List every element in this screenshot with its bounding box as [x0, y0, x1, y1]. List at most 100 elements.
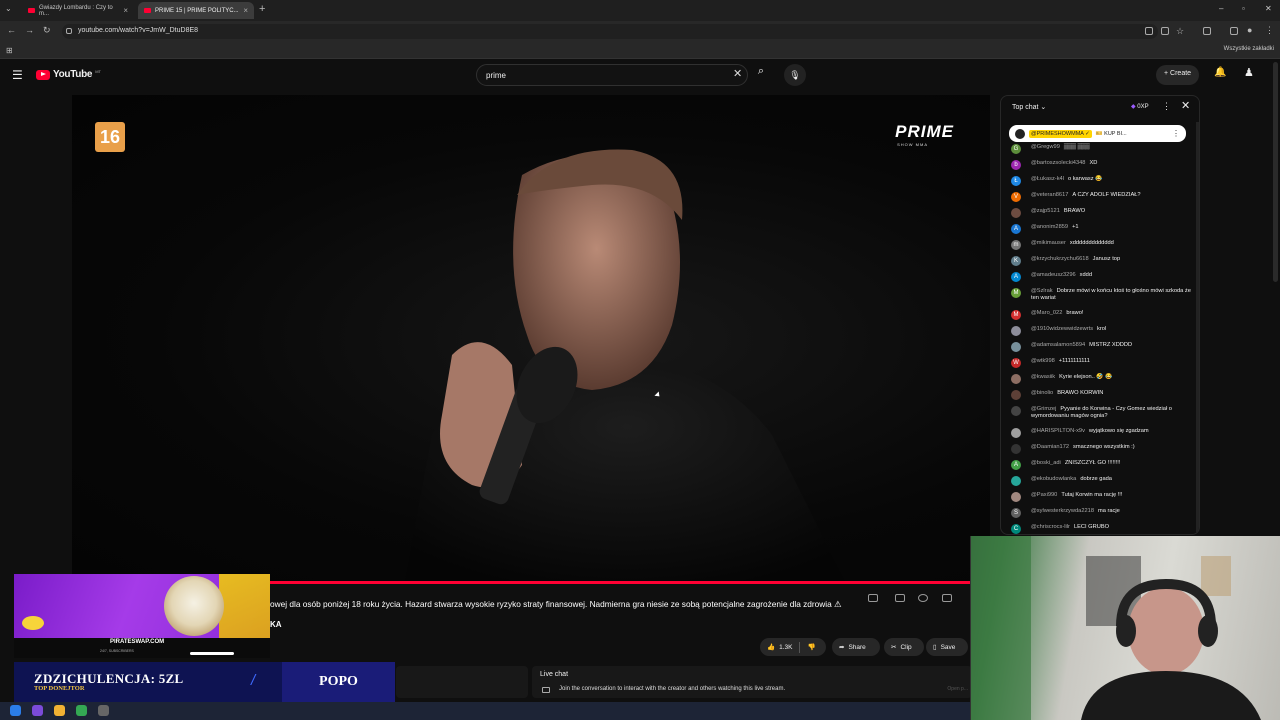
like-icon[interactable]: 👍 — [767, 643, 775, 651]
chat-author[interactable]: @Łukasz-k4l — [1031, 176, 1064, 182]
miniplayer-icon[interactable] — [942, 594, 952, 602]
avatar[interactable]: m — [1011, 240, 1021, 250]
apps-grid-icon[interactable]: ⊞ — [6, 46, 13, 55]
new-tab-button[interactable]: + — [259, 3, 265, 15]
avatar[interactable] — [1011, 476, 1021, 486]
hamburger-menu-icon[interactable]: ☰ — [12, 68, 23, 82]
avatar[interactable]: b — [1011, 160, 1021, 170]
chat-author[interactable]: @chriscrocs-lilr — [1031, 524, 1070, 530]
chat-message[interactable]: V @veteran8617 A CZY ADOLF WIEDZIAŁ? — [1011, 191, 1197, 207]
chat-message[interactable]: M @Maro_022 brawo! — [1011, 309, 1197, 325]
bookmark-star-icon[interactable]: ☆ — [1176, 26, 1184, 37]
chat-message[interactable]: @adamsalamon5894 MISTRZ XDDDD — [1011, 341, 1197, 357]
chat-author[interactable]: @Maro_022 — [1031, 310, 1062, 316]
chat-author[interactable]: @ekobudowlanka — [1031, 476, 1076, 482]
chat-message[interactable]: b @bartoszsolecki4348 XD — [1011, 159, 1197, 175]
like-dislike-group[interactable]: 👍 1.3K 👎 — [760, 638, 826, 656]
chat-message[interactable]: A @anonim2859 +1 — [1011, 223, 1197, 239]
app-icon[interactable] — [32, 705, 43, 716]
search-input[interactable]: prime — [476, 64, 748, 86]
chat-scrollbar[interactable] — [1196, 122, 1199, 532]
chat-message[interactable]: @Grimzej Pyyanie do Korwina - Czy Gomez w… — [1011, 405, 1197, 427]
browser-tab-1[interactable]: Gwiazdy Lombardu : Czy to m... × — [22, 2, 134, 19]
chat-author[interactable]: @bartoszsolecki4348 — [1031, 160, 1085, 166]
clip-button[interactable]: ✂ Clip — [884, 638, 924, 656]
all-bookmarks-link[interactable]: Wszystkie zakładki — [1224, 46, 1274, 52]
app-icon[interactable] — [98, 705, 109, 716]
dislike-icon[interactable]: 👎 — [807, 643, 815, 651]
reload-icon[interactable]: ↻ — [43, 25, 51, 36]
chat-author[interactable]: @binolio — [1031, 390, 1053, 396]
clear-search-icon[interactable]: ✕ — [733, 67, 742, 80]
chat-author[interactable]: @anonim2859 — [1031, 224, 1068, 230]
chat-author[interactable]: @zajp5121 — [1031, 208, 1060, 214]
profile-icon[interactable] — [1230, 27, 1238, 35]
close-tab-icon[interactable]: × — [123, 6, 128, 15]
forward-icon[interactable]: → — [25, 25, 34, 35]
chat-author[interactable]: @mikimauser — [1031, 240, 1066, 246]
avatar[interactable] — [1011, 444, 1021, 454]
avatar[interactable] — [1011, 208, 1021, 218]
avatar[interactable]: C — [1011, 524, 1021, 534]
avatar[interactable]: A — [1011, 460, 1021, 470]
avatar[interactable] — [1011, 374, 1021, 384]
start-icon[interactable] — [10, 705, 21, 716]
chat-message[interactable]: Ł @Łukasz-k4l o karwasz 😂 — [1011, 175, 1197, 191]
chat-message[interactable]: m @mikimauser xddddddddddddd — [1011, 239, 1197, 255]
avatar[interactable] — [1011, 428, 1021, 438]
search-button[interactable]: ⌕ — [750, 65, 772, 85]
chat-message[interactable]: M @Szlrak Dobrze mówi w końcu ktoś to głoś… — [1011, 287, 1197, 309]
pinned-more-icon[interactable]: ⋮ — [1172, 129, 1180, 138]
site-info-icon[interactable] — [66, 28, 72, 34]
avatar[interactable] — [1011, 390, 1021, 400]
chat-message[interactable]: A @boski_adi ZNISZCZYŁ GO !!!!!!!! — [1011, 459, 1197, 475]
settings-gear-icon[interactable] — [918, 594, 928, 602]
cast-icon[interactable] — [1161, 27, 1169, 35]
chrome-icon[interactable] — [76, 705, 87, 716]
close-window-icon[interactable]: ✕ — [1265, 4, 1272, 13]
share-button[interactable]: ➦ Share — [832, 638, 880, 656]
browser-tab-2[interactable]: PRIME 15 | PRIME POLITYC... × — [138, 2, 254, 19]
app-icon[interactable] — [54, 705, 65, 716]
chat-message[interactable]: @Daamian172 smacznego wszystkim :) — [1011, 443, 1197, 459]
close-tab-icon[interactable]: × — [243, 6, 248, 15]
chat-author[interactable]: @adamsalamon5894 — [1031, 342, 1085, 348]
youtube-logo[interactable]: YouTube MT — [36, 69, 101, 80]
avatar[interactable]: Ł — [1011, 176, 1021, 186]
chat-author[interactable]: @Paxi990 — [1031, 492, 1057, 498]
page-scrollbar[interactable] — [1273, 62, 1278, 282]
save-button[interactable]: ▯ Save — [926, 638, 968, 656]
chat-author[interactable]: @1910widzewwidzewrts — [1031, 326, 1093, 332]
maximize-icon[interactable]: ▫ — [1242, 4, 1245, 13]
chat-more-icon[interactable]: ⋮ — [1162, 101, 1171, 112]
avatar[interactable] — [1011, 326, 1021, 336]
avatar[interactable]: S — [1011, 508, 1021, 518]
chat-message[interactable]: @1910widzewwidzewrts krol — [1011, 325, 1197, 341]
account-icon[interactable]: ● — [1247, 25, 1252, 35]
avatar[interactable]: W — [1011, 358, 1021, 368]
minimize-icon[interactable]: – — [1219, 4, 1223, 13]
voice-search-icon[interactable]: 🎙 — [784, 64, 806, 86]
chat-author[interactable]: @Daamian172 — [1031, 444, 1069, 450]
video-player[interactable]: 16 PRIME SHOW MMA — [72, 95, 990, 582]
chat-message[interactable]: G @Gregw99 ▒▒▒ ▒▒▒ — [1011, 143, 1197, 159]
avatar[interactable]: V — [1011, 192, 1021, 202]
back-icon[interactable]: ← — [7, 25, 16, 35]
chat-message[interactable]: C @chriscrocs-lilr LECI GRUBO — [1011, 523, 1197, 534]
address-bar[interactable]: youtube.com/watch?v=JmW_DtuD8E8 — [62, 24, 1158, 39]
chat-author[interactable]: @boski_adi — [1031, 460, 1061, 466]
chat-author[interactable]: @amadeusz3296 — [1031, 272, 1076, 278]
xp-badge[interactable]: ◆ 0XP — [1131, 103, 1149, 110]
avatar[interactable] — [1011, 406, 1021, 416]
chat-message[interactable]: @ekobudowlanka dobrze gada — [1011, 475, 1197, 491]
notifications-bell-icon[interactable]: 🔔 — [1214, 67, 1226, 78]
chat-author[interactable]: @sylwesterkrzywda2218 — [1031, 508, 1094, 514]
avatar[interactable]: A — [1011, 272, 1021, 282]
subtitles-icon[interactable] — [895, 594, 905, 602]
chat-author[interactable]: @Grimzej — [1031, 406, 1056, 412]
avatar[interactable]: K — [1011, 256, 1021, 266]
chat-message[interactable]: @kwasiik Kyrie elejson.. 🤣 😂 — [1011, 373, 1197, 389]
browser-menu-icon[interactable]: ⋮ — [1265, 25, 1274, 36]
open-chat-link[interactable]: Open p... — [947, 686, 968, 692]
avatar[interactable]: A — [1011, 224, 1021, 234]
